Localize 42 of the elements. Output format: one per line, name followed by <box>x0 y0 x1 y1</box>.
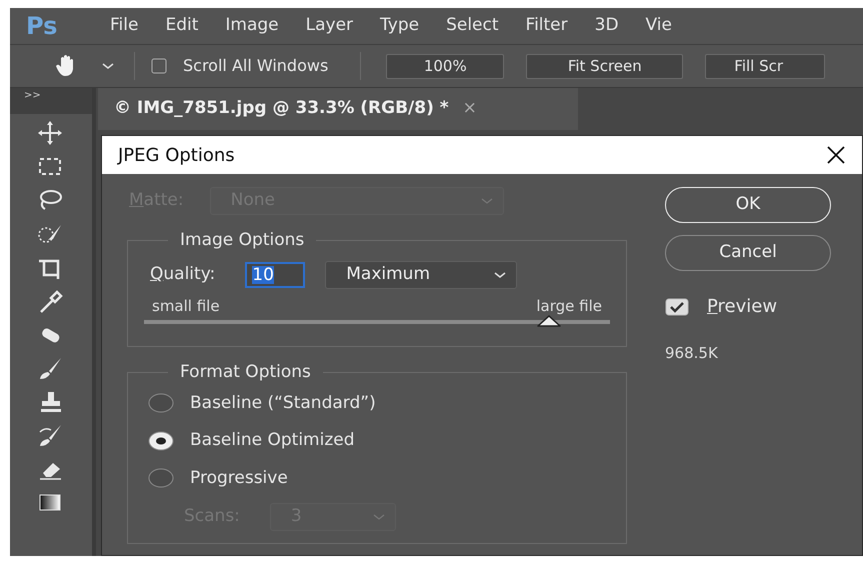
radio-button[interactable] <box>148 393 174 414</box>
app-logo: Ps <box>25 11 58 42</box>
radio-button[interactable] <box>148 430 174 451</box>
panel-toggle[interactable]: >> <box>24 90 41 101</box>
dialog-button[interactable]: OK <box>665 187 831 223</box>
menu-item[interactable]: File <box>110 13 138 39</box>
preview-label: Preview <box>707 295 778 319</box>
caret-icon <box>480 197 493 205</box>
dialog-button[interactable]: Cancel <box>665 235 831 271</box>
document-tab[interactable]: © IMG_7851.jpg @ 33.3% (RGB/8) * × <box>98 88 578 130</box>
radio-label: Baseline (“Standard”) <box>190 392 376 414</box>
caret-icon <box>494 271 506 279</box>
quality-dropdown[interactable]: Maximum <box>325 261 518 289</box>
max-label: large file <box>536 296 602 317</box>
scroll-all-windows-label: Scroll All Windows <box>183 55 328 77</box>
checkbox[interactable] <box>151 58 167 74</box>
dialog-title: JPEG Options <box>118 144 235 168</box>
toolbar-button[interactable]: 100% <box>386 54 504 78</box>
menu-item[interactable]: Image <box>225 13 279 39</box>
menu-item[interactable]: Layer <box>306 13 354 39</box>
checkbox[interactable] <box>665 298 689 316</box>
radio-label: Progressive <box>190 466 288 490</box>
document-title: © IMG_7851.jpg @ 33.3% (RGB/8) * <box>114 97 449 120</box>
menu-item[interactable]: Vie <box>646 13 672 39</box>
slider-thumb[interactable] <box>536 314 562 328</box>
file-size: 968.5K <box>665 343 719 364</box>
menu-item[interactable]: Type <box>380 13 420 39</box>
quality-field[interactable]: 10 <box>245 262 306 288</box>
radio-label: Baseline Optimized <box>190 429 354 452</box>
quality-label: Quality: <box>150 263 216 286</box>
toolbar-button[interactable]: Fit Screen <box>526 54 684 78</box>
radio-button[interactable] <box>148 468 174 488</box>
caret-icon <box>372 513 385 521</box>
tab-close-button[interactable]: × <box>462 96 477 122</box>
menu-item[interactable]: Edit <box>165 13 198 39</box>
menu-item[interactable]: Filter <box>526 13 568 39</box>
menu-item[interactable]: 3D <box>594 13 619 39</box>
caret-icon[interactable] <box>102 62 114 70</box>
menu-item[interactable]: Select <box>446 13 499 39</box>
close-icon[interactable] <box>826 145 846 165</box>
toolbar-button[interactable]: Fill Scr <box>705 54 826 78</box>
min-label: small file <box>152 296 220 317</box>
